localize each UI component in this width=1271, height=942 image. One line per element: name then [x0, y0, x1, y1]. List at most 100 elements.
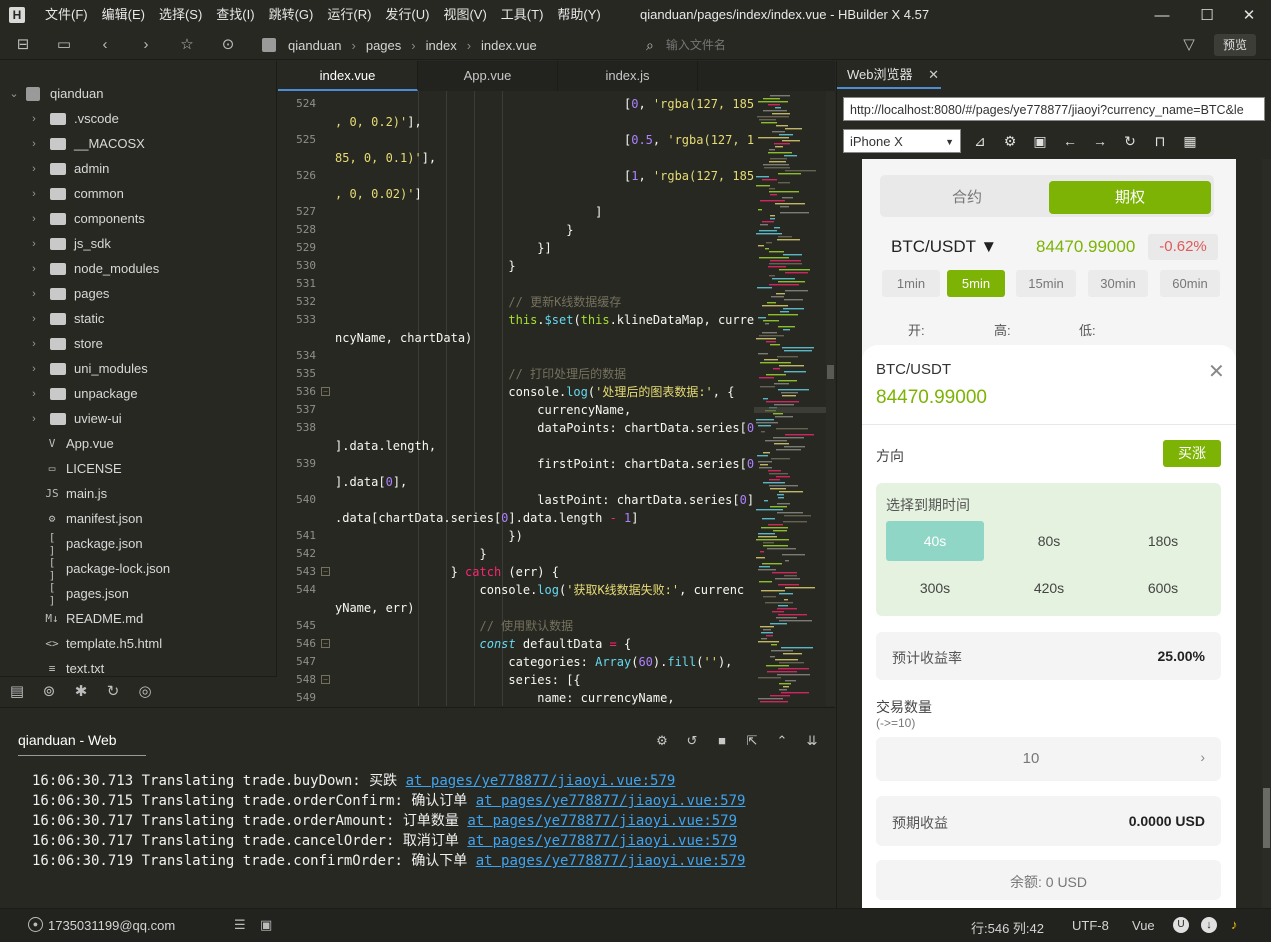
- menu-view[interactable]: 视图(V): [436, 0, 493, 30]
- tree-folder[interactable]: › js_sdk: [0, 231, 276, 256]
- expiry-option[interactable]: 40s: [886, 521, 984, 561]
- star-icon[interactable]: ☆: [178, 36, 196, 54]
- code-line[interactable]: 536− console.log('处理后的图表数据:', {: [278, 383, 754, 401]
- clear-console-icon[interactable]: ⇊: [804, 733, 820, 749]
- console-tab[interactable]: qianduan - Web: [18, 732, 146, 756]
- menu-tools[interactable]: 工具(T): [494, 0, 551, 30]
- expiry-option[interactable]: 80s: [1000, 521, 1098, 561]
- expiry-option[interactable]: 180s: [1114, 521, 1212, 561]
- code-line[interactable]: 524 [0, 'rgba(127, 185: [278, 95, 754, 113]
- tree-file[interactable]: [ ] package.json: [0, 531, 276, 557]
- tree-file[interactable]: [ ] pages.json: [0, 581, 276, 607]
- tree-folder[interactable]: › uni_modules: [0, 356, 276, 381]
- close-icon[interactable]: ✕: [1208, 359, 1225, 384]
- tree-folder[interactable]: › store: [0, 331, 276, 356]
- code-line[interactable]: 526 [1, 'rgba(127, 185: [278, 167, 754, 185]
- qty-input[interactable]: 10 ›: [876, 737, 1221, 781]
- code-line[interactable]: 540 lastPoint: chartData.series[0]: [278, 491, 754, 509]
- code-line[interactable]: .data[chartData.series[0].data.length - …: [278, 509, 754, 527]
- tree-file[interactable]: M↓ README.md: [0, 606, 276, 631]
- browser-tab[interactable]: Web浏览器 ✕: [837, 61, 941, 89]
- tree-project-root[interactable]: ⌄ qianduan: [0, 81, 276, 106]
- timeframe-15min[interactable]: 15min: [1016, 270, 1076, 297]
- forward-icon[interactable]: ›: [137, 36, 155, 54]
- export-icon[interactable]: ⇱: [744, 733, 760, 749]
- code-line[interactable]: , 0, 0.02)']: [278, 185, 754, 203]
- code-line[interactable]: 529 }]: [278, 239, 754, 257]
- timeframe-60min[interactable]: 60min: [1160, 270, 1220, 297]
- code-line[interactable]: 549 name: currencyName,: [278, 689, 754, 706]
- timeframe-1min[interactable]: 1min: [882, 270, 940, 297]
- stop-icon[interactable]: ■: [714, 733, 730, 749]
- tree-folder[interactable]: › unpackage: [0, 381, 276, 406]
- code-line[interactable]: ].data.length,: [278, 437, 754, 455]
- code-line[interactable]: , 0, 0.2)'],: [278, 113, 754, 131]
- save-icon[interactable]: ▭: [55, 36, 73, 54]
- run-icon[interactable]: ⊙: [219, 36, 237, 54]
- globe-icon[interactable]: ◎: [136, 683, 154, 701]
- menu-edit[interactable]: 编辑(E): [95, 0, 152, 30]
- device-select[interactable]: iPhone X ▼: [843, 129, 961, 153]
- file-search-input[interactable]: [665, 38, 1066, 52]
- new-file-icon[interactable]: ⊟: [14, 36, 32, 54]
- minimap-viewport[interactable]: [754, 407, 826, 413]
- tree-folder[interactable]: › __MACOSX: [0, 131, 276, 156]
- menu-find[interactable]: 查找(I): [209, 0, 261, 30]
- segment-contract[interactable]: 合约: [886, 181, 1048, 214]
- menu-select[interactable]: 选择(S): [152, 0, 209, 30]
- account-badge-icon[interactable]: U: [1173, 917, 1189, 933]
- log-source-link[interactable]: at pages/ye778877/jiaoyi.vue:579: [467, 833, 737, 849]
- log-source-link[interactable]: at pages/ye778877/jiaoyi.vue:579: [476, 853, 746, 869]
- menu-file[interactable]: 文件(F): [38, 0, 95, 30]
- code-line[interactable]: 539 firstPoint: chartData.series[0: [278, 455, 754, 473]
- tree-folder[interactable]: › pages: [0, 281, 276, 306]
- code-editor[interactable]: 524 [0, 'rgba(127, 185 , 0, 0.2)'], 525 [0…: [278, 91, 754, 706]
- qty-value[interactable]: 10: [876, 750, 1186, 767]
- pair-selector[interactable]: BTC/USDT ▼: [891, 237, 997, 257]
- code-line[interactable]: 530 }: [278, 257, 754, 275]
- code-line[interactable]: 534: [278, 347, 754, 365]
- settings-icon[interactable]: ⚙: [1001, 132, 1019, 150]
- breadcrumb-item[interactable]: pages: [366, 38, 401, 53]
- code-line[interactable]: 85, 0, 0.1)'],: [278, 149, 754, 167]
- log-source-link[interactable]: at pages/ye778877/jiaoyi.vue:579: [476, 793, 746, 809]
- code-line[interactable]: 533 this.$set(this.klineDataMap, curre: [278, 311, 754, 329]
- close-tab-icon[interactable]: ✕: [928, 67, 939, 82]
- code-line[interactable]: 532 // 更新K线数据缓存: [278, 293, 754, 311]
- project-manager-icon[interactable]: ▤: [8, 683, 26, 701]
- maximize-icon[interactable]: ☐: [1187, 0, 1227, 30]
- list-icon[interactable]: ☰: [234, 917, 246, 933]
- expiry-option[interactable]: 600s: [1114, 568, 1212, 608]
- tree-folder[interactable]: › static: [0, 306, 276, 331]
- tree-file[interactable]: ⚙ manifest.json: [0, 506, 276, 531]
- preview-button[interactable]: 预览: [1214, 34, 1256, 56]
- menu-help[interactable]: 帮助(Y): [550, 0, 607, 30]
- code-line[interactable]: ncyName, chartData): [278, 329, 754, 347]
- terminal-icon[interactable]: ▣: [260, 917, 272, 933]
- tree-folder[interactable]: › components: [0, 206, 276, 231]
- debug-icon[interactable]: ⚙: [654, 733, 670, 749]
- breadcrumb-item[interactable]: index.vue: [481, 38, 537, 53]
- bell-icon[interactable]: ♪: [1231, 917, 1238, 932]
- browser-scroll-thumb[interactable]: [1263, 788, 1270, 848]
- code-line[interactable]: 547 categories: Array(60).fill(''),: [278, 653, 754, 671]
- breadcrumb-item[interactable]: qianduan: [288, 38, 342, 53]
- menu-run[interactable]: 运行(R): [320, 0, 378, 30]
- code-line[interactable]: ].data[0],: [278, 473, 754, 491]
- arrow-right-icon[interactable]: →: [1091, 132, 1109, 150]
- code-line[interactable]: 527 ]: [278, 203, 754, 221]
- download-icon[interactable]: ↓: [1201, 917, 1217, 933]
- code-line[interactable]: yName, err): [278, 599, 754, 617]
- menu-goto[interactable]: 跳转(G): [262, 0, 321, 30]
- code-line[interactable]: 544 console.log('获取K线数据失败:', currenc: [278, 581, 754, 599]
- code-line[interactable]: 543− } catch (err) {: [278, 563, 754, 581]
- encoding[interactable]: UTF-8: [1072, 918, 1109, 933]
- expiry-option[interactable]: 420s: [1000, 568, 1098, 608]
- minimap[interactable]: [754, 91, 826, 706]
- tab-index-vue[interactable]: index.vue: [278, 61, 418, 91]
- code-line[interactable]: 538 dataPoints: chartData.series[0: [278, 419, 754, 437]
- code-line[interactable]: 546− const defaultData = {: [278, 635, 754, 653]
- code-line[interactable]: 548− series: [{: [278, 671, 754, 689]
- segment-options[interactable]: 期权: [1049, 181, 1211, 214]
- minimize-icon[interactable]: —: [1142, 0, 1182, 30]
